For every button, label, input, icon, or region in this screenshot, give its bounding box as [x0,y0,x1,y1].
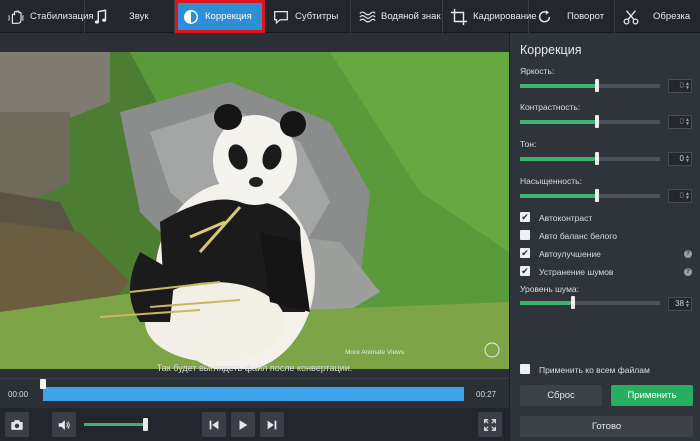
tone-slider[interactable] [520,152,660,165]
tab-label: Водяной знак [381,11,441,22]
noise-level-slider[interactable] [520,296,660,309]
auto-white-balance-label: Авто баланс белого [539,231,617,241]
play-button[interactable] [231,412,255,437]
skip-forward-icon [267,420,277,429]
noise-level-input[interactable]: 38 ▲ ▼ [668,297,692,311]
playback-controls [0,408,509,441]
apply-all-label: Применить ко всем файлам [539,365,650,375]
video-frame: More Animate Views [0,52,509,369]
saturation-input[interactable]: 0 ▲ ▼ [668,189,692,203]
noise-level-label: Уровень шума: [520,284,580,294]
auto-white-balance-checkbox[interactable] [520,230,530,240]
tab-label: Субтитры [295,11,339,22]
rotate-icon [535,7,555,27]
panda-video-image: More Animate Views [0,52,509,369]
timeline-track[interactable] [43,387,464,401]
watermark-icon [357,7,377,27]
correction-panel: Коррекция Яркость: 0 ▲ ▼ Контрастность: 0 ▲… [509,33,700,441]
panel-title: Коррекция [520,43,582,57]
play-icon [239,419,248,430]
tab-trim[interactable]: Обрезка [615,0,700,33]
contrast-label: Контрастность: [520,102,581,112]
volume-button[interactable] [52,412,76,437]
noise-level-knob[interactable] [571,296,575,309]
brightness-knob[interactable] [595,79,599,92]
tab-stabilization[interactable]: Стабилизация [0,0,94,33]
volume-knob[interactable] [143,418,148,431]
time-start: 00:00 [8,390,29,399]
apply-all-checkbox[interactable] [520,364,530,374]
spinner-icon[interactable]: ▲ ▼ [685,155,690,164]
denoise-checkbox[interactable]: ✔ [520,266,530,276]
speech-bubble-icon [271,7,291,27]
prev-frame-button[interactable] [202,412,226,437]
tab-label: Звук [129,11,149,22]
tab-label: Кадрирование [473,11,537,22]
tab-correction[interactable]: Коррекция [175,0,265,33]
volume-slider[interactable] [84,423,146,426]
autocontrast-label: Автоконтраст [539,213,593,223]
next-frame-button[interactable] [260,412,284,437]
tab-subtitles[interactable]: Субтитры [265,0,351,33]
spinner-icon[interactable]: ▲ ▼ [685,192,690,201]
crop-icon [449,7,469,27]
contrast-icon [181,7,201,27]
toolbar: Стабилизация Звук Коррекция Субтитры Вод… [0,0,700,33]
saturation-label: Насыщенность: [520,176,582,186]
time-end: 00:27 [476,390,497,399]
reset-button[interactable]: Сброс [520,385,602,406]
contrast-slider[interactable] [520,115,660,128]
tab-label: Поворот [567,11,605,22]
apply-button[interactable]: Применить [611,385,693,406]
denoise-label: Устранение шумов [539,267,614,277]
spinner-icon[interactable]: ▲ ▼ [685,118,690,127]
help-icon[interactable]: ? [684,250,692,258]
music-note-icon [91,7,111,27]
tab-rotate[interactable]: Поворот [529,0,615,33]
auto-enhance-checkbox[interactable]: ✔ [520,248,530,258]
hand-stabilize-icon [6,7,26,27]
tab-crop[interactable]: Кадрирование [443,0,537,33]
saturation-knob[interactable] [595,189,599,202]
playhead[interactable] [40,379,46,389]
camera-icon [11,419,23,430]
timeline[interactable]: 00:00 00:27 [0,378,509,408]
tab-sound[interactable]: Звук [85,0,175,33]
tone-knob[interactable] [595,152,599,165]
video-watermark-text: More Animate Views [345,349,405,356]
tab-watermark[interactable]: Водяной знак [351,0,443,33]
spinner-icon[interactable]: ▲ ▼ [685,82,690,91]
scissors-icon [621,7,641,27]
skip-back-icon [209,420,219,429]
spinner-icon[interactable]: ▲ ▼ [685,300,690,309]
contrast-input[interactable]: 0 ▲ ▼ [668,115,692,129]
brightness-input[interactable]: 0 ▲ ▼ [668,79,692,93]
tab-label: Коррекция [205,11,252,22]
preview-caption: Так будет выглядеть файл после конвертац… [156,363,353,373]
tone-label: Тон: [520,139,537,149]
tab-label: Обрезка [653,11,691,22]
autocontrast-checkbox[interactable]: ✔ [520,212,530,222]
tab-label: Стабилизация [30,11,94,22]
snapshot-button[interactable] [5,412,29,437]
brightness-label: Яркость: [520,66,555,76]
brightness-slider[interactable] [520,79,660,92]
contrast-knob[interactable] [595,115,599,128]
speaker-icon [58,419,70,430]
auto-enhance-label: Автоулучшение [539,249,601,259]
help-icon[interactable]: ? [684,268,692,276]
saturation-slider[interactable] [520,189,660,202]
fullscreen-button[interactable] [478,412,502,437]
tone-input[interactable]: 0 ▲ ▼ [668,152,692,166]
video-preview-panel: More Animate Views Так будет выглядеть ф… [0,33,509,378]
done-button[interactable]: Готово [520,416,693,437]
fullscreen-icon [484,418,496,431]
